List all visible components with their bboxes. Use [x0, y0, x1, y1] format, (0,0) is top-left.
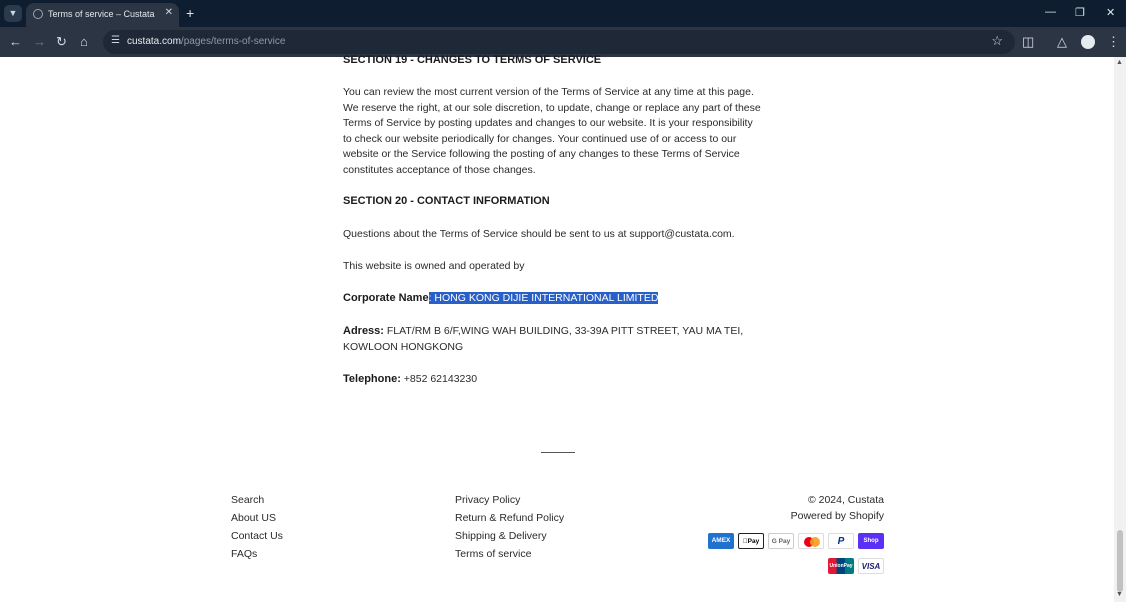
scroll-down-icon[interactable]: ▼ [1116, 591, 1123, 598]
footer-link-faqs[interactable]: FAQs [231, 548, 257, 560]
globe-icon [33, 9, 43, 19]
browser-tab[interactable]: Terms of service – Custata ✕ [26, 3, 179, 27]
close-icon[interactable]: ✕ [165, 7, 173, 18]
section-20-heading: SECTION 20 - CONTACT INFORMATION [343, 195, 550, 207]
telephone-label: Telephone: [343, 373, 401, 385]
bookmark-star-icon[interactable]: ☆ [991, 33, 1003, 49]
corporate-name-label: Corporate Name [343, 292, 429, 304]
paypal-icon: P [828, 533, 854, 549]
footer-link-terms[interactable]: Terms of service [455, 548, 531, 560]
address-bar[interactable]: ☰ custata.com/pages/terms-of-service ☆ [103, 30, 1015, 54]
profile-avatar-icon[interactable] [1081, 35, 1095, 49]
page-scrollbar[interactable]: ▲ ▼ [1114, 57, 1126, 602]
telephone-line: Telephone: +852 62143230 [343, 373, 477, 385]
telephone-value: +852 62143230 [400, 373, 478, 385]
reload-icon[interactable]: ↻ [56, 34, 67, 50]
scrollbar-thumb[interactable] [1117, 530, 1123, 592]
back-arrow-icon[interactable]: ← [9, 34, 22, 50]
labs-flask-icon[interactable]: △ [1057, 34, 1067, 50]
corporate-name-line: Corporate Name: HONG KONG DIJIE INTERNAT… [343, 292, 659, 304]
footer-divider [541, 452, 575, 453]
browser-toolbar: ← → ↻ ⌂ ☰ custata.com/pages/terms-of-ser… [0, 27, 1126, 57]
menu-kebab-icon[interactable]: ⋮ [1107, 34, 1120, 50]
amex-icon: AMEX [708, 533, 734, 549]
section-19-text: You can review the most current version … [343, 86, 761, 176]
home-icon[interactable]: ⌂ [80, 34, 88, 50]
footer-link-search[interactable]: Search [231, 494, 264, 506]
shop-pay-icon: Shop Pay [858, 533, 884, 560]
address-line: Adress: FLAT/RM B 6/F,WING WAH BUILDING,… [343, 324, 763, 355]
section-19-heading: SECTION 19 - CHANGES TO TERMS OF SERVICE [343, 54, 602, 66]
minimize-icon[interactable]: — [1045, 6, 1056, 18]
tab-search-button[interactable]: ▼ [4, 5, 22, 22]
corporate-name-value[interactable]: : HONG KONG DIJIE INTERNATIONAL LIMITED [428, 292, 659, 304]
visa-icon: VISA [858, 558, 884, 574]
site-info-icon[interactable]: ☰ [111, 35, 120, 46]
footer-link-contact[interactable]: Contact Us [231, 530, 283, 542]
footer-link-shipping[interactable]: Shipping & Delivery [455, 530, 547, 542]
unionpay-icon: UnionPay [828, 558, 854, 574]
apple-pay-icon: Pay [738, 533, 764, 549]
plus-icon[interactable]: + [186, 5, 194, 21]
close-window-icon[interactable]: ✕ [1106, 6, 1115, 19]
google-pay-icon: G Pay [768, 533, 794, 549]
forward-arrow-icon[interactable]: → [33, 34, 46, 50]
footer-link-refund[interactable]: Return & Refund Policy [455, 512, 564, 524]
chevron-down-icon: ▼ [8, 8, 18, 18]
owned-text: This website is owned and operated by [343, 260, 525, 272]
contact-text: Questions about the Terms of Service sho… [343, 228, 735, 240]
extensions-icon[interactable]: ◫ [1022, 34, 1034, 50]
mastercard-icon [798, 533, 824, 549]
tab-strip: ▼ Terms of service – Custata ✕ + — ❐ ✕ [0, 0, 1126, 27]
tab-title: Terms of service – Custata [48, 9, 155, 19]
copyright: © 2024, Custata [807, 494, 884, 506]
restore-icon[interactable]: ❐ [1075, 6, 1085, 19]
powered-by-shopify[interactable]: Powered by Shopify [791, 510, 884, 522]
scroll-up-icon[interactable]: ▲ [1116, 59, 1123, 66]
address-label: Adress: [343, 325, 384, 337]
url-text[interactable]: custata.com/pages/terms-of-service [127, 36, 285, 47]
footer-link-privacy[interactable]: Privacy Policy [455, 494, 520, 506]
footer-link-about[interactable]: About US [231, 512, 276, 524]
address-value: FLAT/RM B 6/F,WING WAH BUILDING, 33-39A … [343, 325, 744, 353]
